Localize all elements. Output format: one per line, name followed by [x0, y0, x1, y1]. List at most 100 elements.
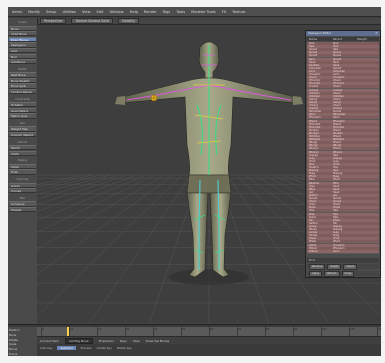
panel-button-row-2: Apply Refresh Close	[307, 270, 379, 277]
toolbar-button[interactable]: Match Goal	[9, 113, 36, 119]
list-cell	[355, 250, 379, 253]
auto-key-toggle[interactable]: Auto Key	[40, 346, 52, 350]
toolbar-button[interactable]: Weight Map	[9, 126, 36, 132]
menu-item[interactable]: Render	[144, 10, 157, 14]
step-field[interactable]: Step	[133, 339, 140, 343]
toolbar-section-header: Channels	[16, 178, 29, 181]
menu-item[interactable]: Rigs	[163, 10, 171, 14]
menu-item[interactable]: Window	[109, 10, 123, 14]
ruler-tick-label: 10	[70, 328, 74, 331]
toolbar-button[interactable]: Curves	[9, 188, 36, 194]
column-header[interactable]: Name	[307, 37, 331, 41]
toolbar-button[interactable]: Smooth Weight	[9, 132, 36, 138]
find-field[interactable]: Find	[307, 258, 379, 263]
timeline-label[interactable]: Rotate	[9, 338, 36, 342]
ruler-tick-label: 70	[238, 328, 242, 331]
column-header[interactable]: Parent	[331, 37, 355, 41]
toolbar-section-header: Misc	[19, 196, 26, 200]
toolbar-button[interactable]: Goal Object	[9, 107, 36, 114]
properties-button[interactable]: Properties	[99, 339, 114, 343]
menu-item[interactable]: Utilities	[62, 10, 76, 14]
bone-list[interactable]: Root Root Hips Root Spine1 Hips Spine2 Spine1 Sp…	[307, 42, 379, 254]
toolbar-section-header: Skin	[19, 121, 26, 125]
toolbar-button[interactable]: Bone Split	[9, 83, 36, 89]
create-key-button[interactable]: Create Key	[96, 346, 111, 350]
toolbar-button[interactable]: Cloth	[9, 150, 36, 157]
menu-item[interactable]: Modify	[28, 10, 40, 14]
toolbar-button[interactable]: Show	[9, 163, 36, 170]
preview-button[interactable]: Preview	[81, 346, 92, 350]
ruler-tick-label: 60	[210, 328, 214, 331]
frame-edge	[0, 0, 385, 7]
toolbar-button[interactable]: Child Bone	[9, 31, 36, 37]
ruler-tick-label: 90	[294, 328, 298, 331]
timeline-label[interactable]: Move	[9, 333, 36, 337]
toolbar-button[interactable]: Graph	[9, 182, 36, 188]
menu-item[interactable]: Setup	[46, 10, 56, 14]
shading-mode-dropdown[interactable]: Texture Shaded Solid	[71, 18, 113, 24]
toolbar-button[interactable]: Bone	[9, 25, 36, 31]
apply-button[interactable]: Apply	[309, 270, 323, 277]
close-button[interactable]: Close	[341, 270, 355, 277]
menu-item[interactable]: Items	[12, 10, 22, 14]
delete-button[interactable]: Delete	[327, 263, 342, 270]
timeline: Position Move Rotate Scale Bones Frame 0 10 20 3…	[8, 324, 383, 357]
list-item[interactable]: LElbow LArm	[307, 249, 379, 253]
close-icon[interactable]: ×	[375, 31, 379, 36]
rename-button[interactable]: Rename	[309, 263, 326, 270]
panel-title[interactable]: Skelegon Editor	[306, 31, 380, 36]
toolbar-section-header: Constraints	[15, 97, 30, 101]
list-cell: LElbow	[309, 249, 318, 253]
frame-ruler[interactable]: 0102030405060708090100110120	[37, 327, 383, 337]
toolbar-section-header: Display	[17, 159, 28, 163]
draw-sel-bones-toggle[interactable]: Draw Sel Bones	[146, 339, 170, 343]
ruler-tick-label: 50	[182, 328, 186, 331]
menu-item[interactable]: View	[82, 10, 91, 14]
toolbar-button[interactable]: Add Bone	[9, 59, 36, 65]
toolbar-button[interactable]: Skelegons	[9, 42, 36, 48]
toolbar-button[interactable]: Limited Range	[9, 89, 36, 95]
panel-button-row: Rename Delete Select	[307, 263, 379, 270]
toolbar-section-header: Modify	[18, 67, 27, 71]
current-item-dropdown[interactable]: ArmRig Bone	[65, 337, 93, 344]
panel-column-headers: Name Parent Weight	[307, 37, 379, 41]
menu-item[interactable]: Edit	[97, 10, 104, 14]
toolbar-button[interactable]: Joint	[9, 47, 36, 54]
toolbar-button[interactable]: Draw Bones	[9, 36, 36, 43]
menu-item[interactable]: Help	[130, 10, 138, 14]
toolbar-button[interactable]: Morph	[9, 145, 36, 151]
visibility-dropdown[interactable]: Visibility	[117, 18, 140, 24]
ruler-tick-label: 100	[322, 328, 327, 331]
toolbar-button[interactable]: Bone Weight	[9, 77, 36, 84]
ruler-tick-label: 30	[126, 328, 130, 331]
toolbar-section-header: Create	[18, 21, 27, 24]
view-type-dropdown[interactable]: Perspective	[40, 18, 67, 24]
menu-item[interactable]: FX	[222, 10, 227, 14]
character-shadow	[169, 269, 249, 285]
toolbar-button[interactable]: Hide	[9, 169, 36, 175]
toolbar-button[interactable]: Null	[9, 53, 36, 59]
timeline-label[interactable]: Position	[9, 328, 36, 332]
column-header[interactable]: Weight	[355, 37, 379, 41]
left-toolbar: Create Bone Child Bone Draw Bones Skelegons J…	[8, 18, 38, 324]
select-button[interactable]: Select	[343, 263, 358, 270]
current-item-label: Current Item	[40, 338, 60, 343]
menu-item[interactable]: Modeler Tools	[191, 10, 215, 14]
selected-filter[interactable]: Selected	[57, 346, 76, 350]
skelegon-editor-panel: Skelegon Editor × Name Parent Weight Roo…	[305, 30, 381, 278]
toolbar-button[interactable]: Compose	[9, 201, 36, 207]
keys-button[interactable]: Keys	[120, 339, 127, 343]
timeline-label[interactable]: Bones	[9, 347, 36, 351]
null-object[interactable]	[150, 94, 158, 102]
menu-item[interactable]: Tools	[176, 10, 185, 14]
toolbar-button[interactable]: IK Setup	[9, 102, 36, 108]
viewport-header: Perspective Texture Shaded Solid Visibil…	[37, 18, 381, 25]
toolbar-button[interactable]: Rest Bone	[9, 72, 36, 78]
delete-key-button[interactable]: Delete Key	[117, 346, 132, 350]
timeline-controls: Current Item ArmRig Bone Properties Keys…	[37, 337, 381, 344]
timeline-label[interactable]: Scale	[9, 342, 36, 346]
toolbar-button[interactable]: Presets	[9, 206, 36, 213]
lightwave-window: Items Modify Setup Utilities View Edit Window H…	[0, 0, 385, 363]
refresh-button[interactable]: Refresh	[324, 270, 340, 277]
menu-item[interactable]: Texture	[232, 10, 245, 14]
